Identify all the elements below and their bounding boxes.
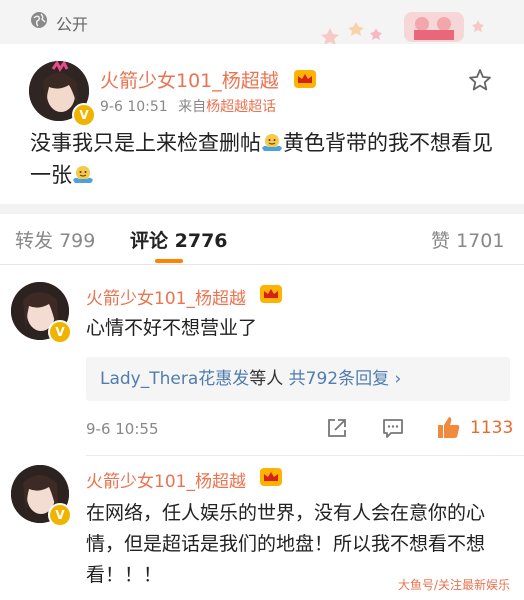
tab-comment[interactable]: 评论 2776 — [130, 226, 228, 253]
decorative-stars-icon — [321, 12, 484, 45]
tab-comment-count: 2776 — [174, 230, 228, 252]
active-tab-indicator — [155, 259, 183, 263]
comment-like-count: 1133 — [470, 418, 514, 438]
comment-time: 9-6 10:55 — [86, 420, 159, 438]
crown-badge-icon — [260, 285, 282, 303]
reply-user-name[interactable]: Lady_Thera花惠发 — [86, 369, 249, 389]
visibility-label: 公开 — [56, 15, 89, 34]
tab-repost-count: 799 — [59, 230, 96, 252]
tab-like-count: 1701 — [456, 230, 505, 252]
tab-repost[interactable]: 转发 799 — [15, 226, 95, 253]
shrug-emoji-icon — [262, 134, 282, 151]
tab-like[interactable]: 赞 1701 — [431, 226, 504, 253]
post-source-link[interactable]: 杨超越超话 — [206, 99, 276, 115]
comment-separator — [86, 455, 524, 456]
post-meta: 9-6 10:51 来自杨超越超话 — [100, 96, 276, 116]
favorite-star-icon[interactable] — [468, 68, 492, 92]
post-body: 没事我只是上来检查删帖 黄色背带的我不想看见一张 — [30, 127, 500, 191]
verified-badge-icon: V — [48, 503, 72, 527]
reply-count-link[interactable]: 共792条回复 › — [289, 369, 402, 389]
verified-badge-icon: V — [72, 103, 96, 127]
verified-badge-icon: V — [48, 320, 72, 344]
comment-text: 心情不好不想营业了 — [86, 317, 258, 339]
watermark-text: 大鱼号/关注最新娱乐 — [398, 578, 511, 592]
comment-author-name[interactable]: 火箭少女101_杨超越 — [86, 467, 246, 492]
globe-icon — [31, 12, 47, 28]
post-author-name[interactable]: 火箭少女101_杨超越 — [100, 66, 279, 93]
post-text-part1: 没事我只是上来检查删帖 — [30, 131, 261, 155]
thumbs-up-icon[interactable] — [436, 414, 462, 440]
reply-summary[interactable]: Lady_Thera花惠发等人 共792条回复 › — [86, 357, 510, 401]
comment-author-name[interactable]: 火箭少女101_杨超越 — [86, 284, 246, 309]
tab-repost-label: 转发 — [15, 230, 54, 252]
section-divider — [0, 204, 524, 214]
comment-icon[interactable] — [382, 417, 404, 439]
share-icon[interactable] — [326, 417, 348, 439]
tab-comment-label: 评论 — [130, 230, 169, 252]
tab-like-label: 赞 — [431, 230, 451, 252]
post-time: 9-6 10:51 — [100, 99, 168, 115]
shrug-emoji-icon — [73, 166, 93, 183]
crown-badge-icon — [260, 468, 282, 486]
reply-others-label: 等人 — [249, 369, 289, 389]
crown-badge-icon — [294, 70, 316, 88]
post-source-prefix: 来自 — [178, 99, 207, 115]
